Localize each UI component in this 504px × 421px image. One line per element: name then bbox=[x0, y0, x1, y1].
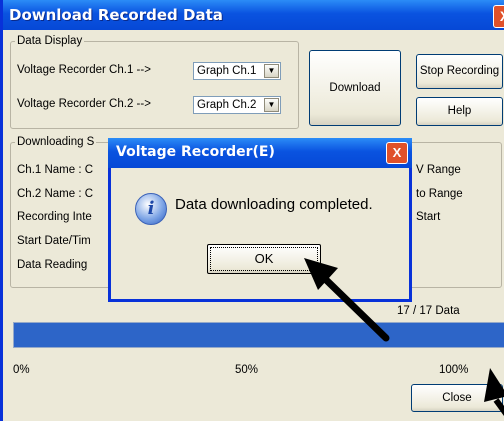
arrow-to-close-icon bbox=[484, 368, 504, 416]
arrow-to-ok-icon bbox=[304, 258, 390, 342]
annotation-arrows bbox=[304, 258, 504, 416]
